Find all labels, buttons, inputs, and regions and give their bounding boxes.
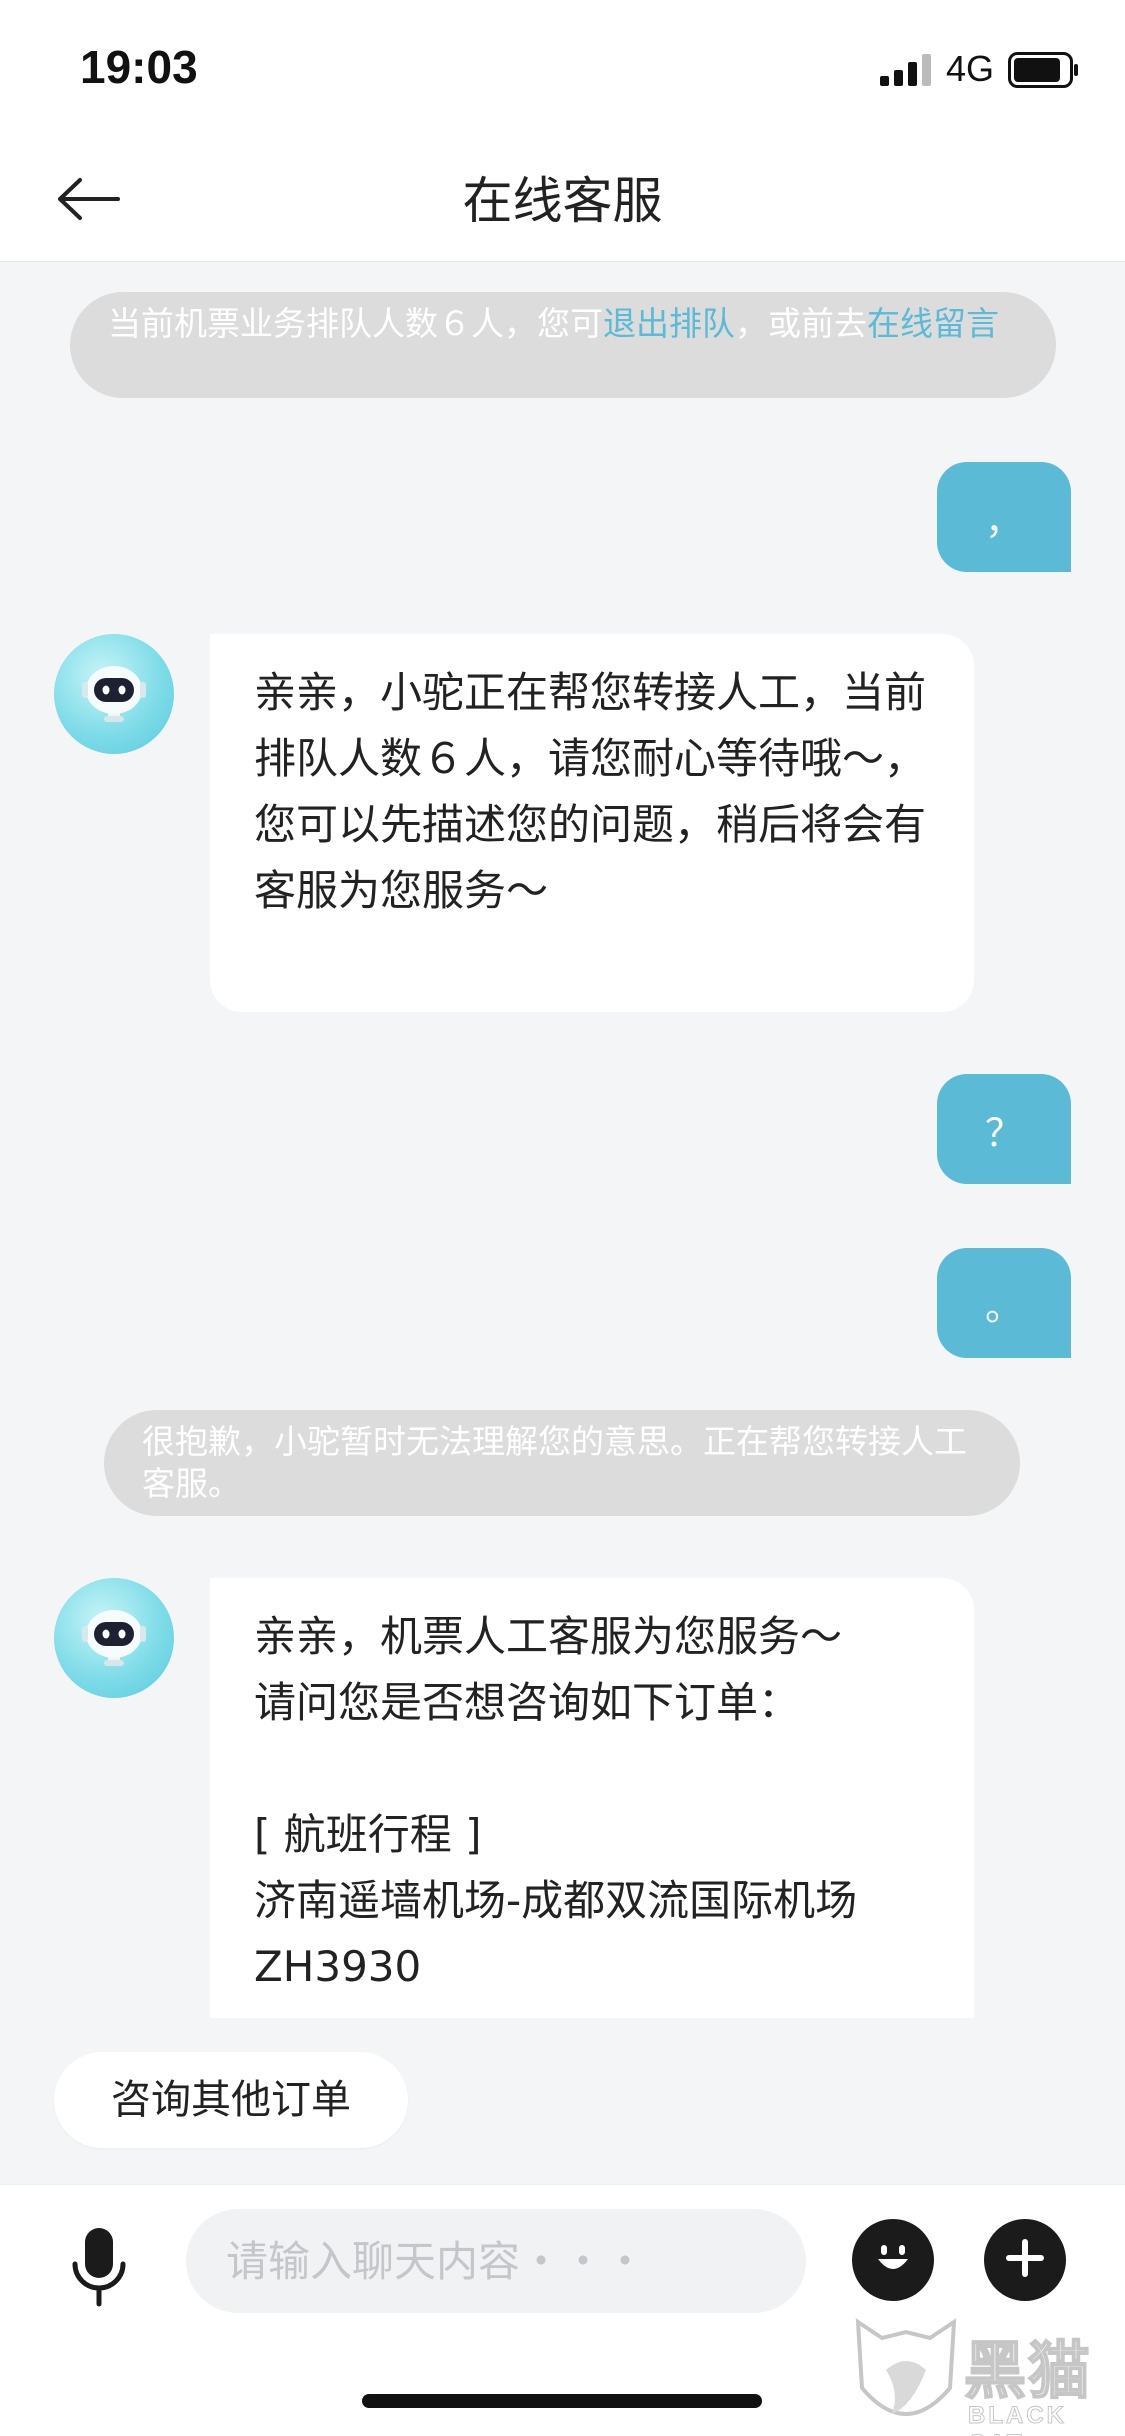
user-message: 。 [937,1248,1071,1358]
black-cat-logo-icon [852,2318,960,2436]
arrow-left-icon [56,177,120,225]
page-title: 在线客服 [462,172,663,230]
status-bar: 19:03 4G [0,0,1125,140]
chat-area[interactable]: 当前机票业务排队人数６人，您可退出排队，或前去在线留言 ， 亲亲，小驼正在帮您转… [0,262,1125,2018]
watermark: 黑猫 BLACK CAT [852,2318,1125,2436]
queue-notice-text-2: ，或前去 [735,304,867,343]
queue-notice-text: 当前机票业务排队人数６人，您可 [108,304,603,343]
robot-icon [74,1596,154,1680]
agent-message: 亲亲，机票人工客服为您服务～ 请问您是否想咨询如下订单： [ 航班行程 ] 济南… [210,1578,974,2018]
signal-icon [880,54,936,90]
transfer-notice: 很抱歉，小驼暂时无法理解您的意思。正在帮您转接人工客服。 [104,1410,1020,1516]
online-message-link[interactable]: 在线留言 [867,304,999,343]
emoji-button[interactable] [852,2219,934,2301]
watermark-en: BLACK CAT [968,2402,1067,2436]
agent-message: 亲亲，小驼正在帮您转接人工，当前排队人数６人，请您耐心等待哦～，您可以先描述您的… [210,634,974,1012]
network-label: 4G [946,48,995,89]
watermark-cn: 黑猫 [963,2333,1093,2408]
emoji-icon [870,2235,916,2285]
chat-input[interactable] [186,2209,806,2313]
robot-icon [74,652,154,736]
plus-icon [1003,2236,1047,2284]
user-message: ， [937,462,1071,572]
status-time: 19:03 [80,41,198,93]
user-message: ？ [937,1074,1071,1184]
battery-icon [1008,52,1080,92]
queue-notice: 当前机票业务排队人数６人，您可退出排队，或前去在线留言 [70,292,1056,398]
voice-button[interactable] [56,2215,142,2325]
exit-queue-link[interactable]: 退出排队 [603,304,735,343]
avatar [54,1578,174,1698]
back-button[interactable] [48,168,128,234]
avatar [54,634,174,754]
other-orders-button[interactable]: 咨询其他订单 [54,2052,408,2148]
microphone-icon [69,2226,129,2314]
more-button[interactable] [984,2219,1066,2301]
home-indicator[interactable] [362,2394,762,2408]
nav-bar: 在线客服 [0,140,1125,262]
